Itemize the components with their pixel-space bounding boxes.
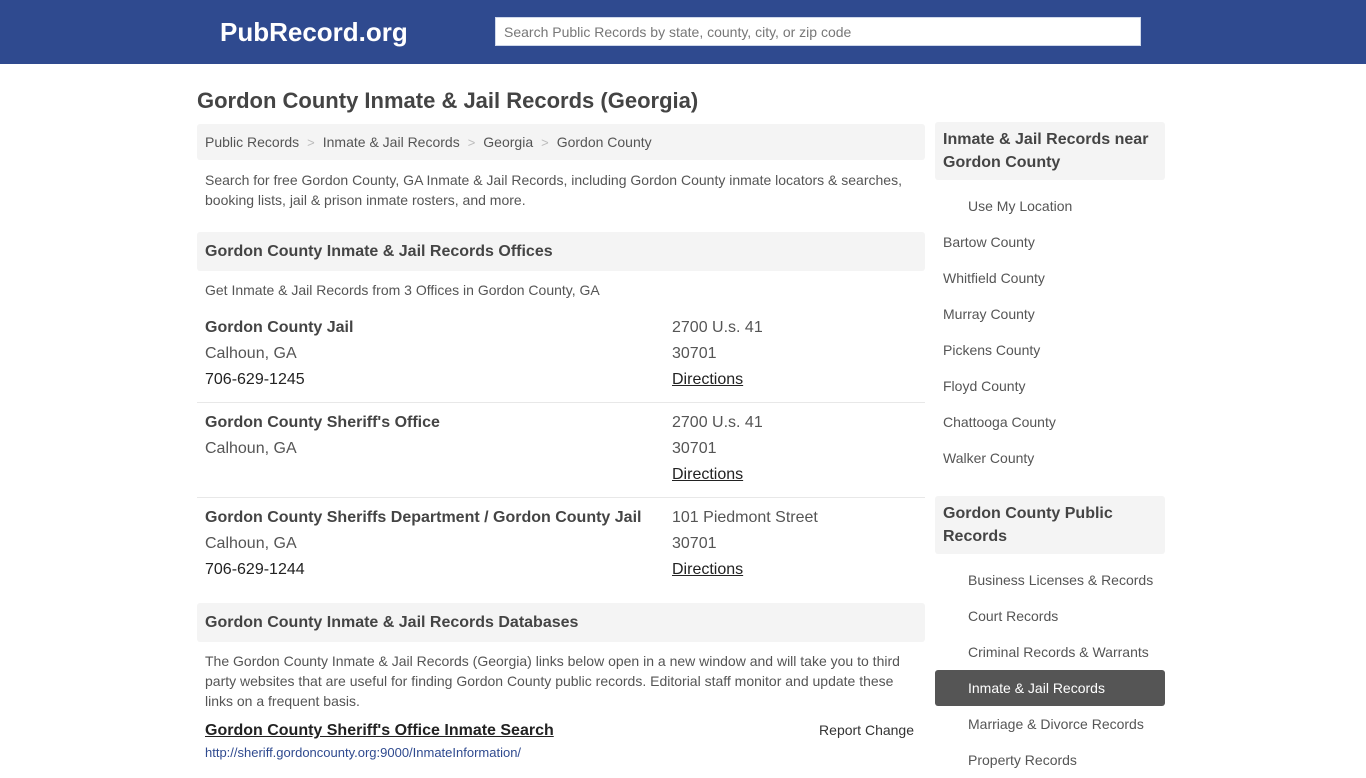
nearby-item[interactable]: Bartow County bbox=[935, 224, 1165, 260]
sidebar: Inmate & Jail Records near Gordon County… bbox=[935, 122, 1165, 778]
nearby-list: Use My Location Bartow County Whitfield … bbox=[935, 188, 1165, 476]
office-item: Gordon County Sheriffs Department / Gord… bbox=[197, 498, 925, 593]
nearby-link-bartow[interactable]: Bartow County bbox=[943, 234, 1035, 250]
directions-link[interactable]: Directions bbox=[672, 561, 743, 578]
breadcrumb-separator: > bbox=[467, 134, 476, 150]
breadcrumb-public-records[interactable]: Public Records bbox=[205, 134, 299, 150]
breadcrumb-georgia[interactable]: Georgia bbox=[483, 134, 533, 150]
property-records-link[interactable]: Property Records bbox=[968, 752, 1077, 768]
use-location-link[interactable]: Use My Location bbox=[968, 198, 1072, 214]
office-city: Calhoun, GA bbox=[205, 440, 297, 457]
nearby-item[interactable]: Floyd County bbox=[935, 368, 1165, 404]
nearby-link-murray[interactable]: Murray County bbox=[943, 306, 1035, 322]
offices-section-heading: Gordon County Inmate & Jail Records Offi… bbox=[197, 232, 925, 271]
public-records-item[interactable]: Marriage & Divorce Records bbox=[935, 706, 1165, 742]
nearby-item[interactable]: Murray County bbox=[935, 296, 1165, 332]
office-name: Gordon County Sheriffs Department / Gord… bbox=[205, 509, 642, 526]
office-address: 2700 U.s. 41 bbox=[672, 319, 763, 336]
criminal-records-link[interactable]: Criminal Records & Warrants bbox=[968, 644, 1149, 660]
breadcrumb-gordon-county[interactable]: Gordon County bbox=[557, 134, 652, 150]
nearby-link-floyd[interactable]: Floyd County bbox=[943, 378, 1025, 394]
office-address: 2700 U.s. 41 bbox=[672, 414, 763, 431]
inmate-jail-records-link[interactable]: Inmate & Jail Records bbox=[968, 680, 1105, 696]
public-records-heading: Gordon County Public Records bbox=[935, 496, 1165, 554]
top-navbar: PubRecord.org bbox=[0, 0, 1366, 64]
site-logo[interactable]: PubRecord.org bbox=[220, 17, 408, 48]
offices-subtitle: Get Inmate & Jail Records from 3 Offices… bbox=[205, 282, 600, 298]
use-location-item[interactable]: Use My Location bbox=[935, 188, 1165, 224]
nearby-heading: Inmate & Jail Records near Gordon County bbox=[935, 122, 1165, 180]
breadcrumb-inmate-jail-records[interactable]: Inmate & Jail Records bbox=[323, 134, 460, 150]
court-records-link[interactable]: Court Records bbox=[968, 608, 1058, 624]
nearby-link-walker[interactable]: Walker County bbox=[943, 450, 1034, 466]
office-phone: 706-629-1245 bbox=[205, 371, 305, 388]
public-records-list: Business Licenses & Records Court Record… bbox=[935, 562, 1165, 778]
database-link[interactable]: Gordon County Sheriff's Office Inmate Se… bbox=[205, 722, 554, 740]
report-change-link[interactable]: Report Change bbox=[819, 722, 914, 738]
breadcrumb-separator: > bbox=[541, 134, 549, 150]
nearby-link-chattooga[interactable]: Chattooga County bbox=[943, 414, 1056, 430]
breadcrumb: Public Records > Inmate & Jail Records >… bbox=[197, 124, 925, 160]
public-records-item[interactable]: Court Records bbox=[935, 598, 1165, 634]
office-name: Gordon County Jail bbox=[205, 319, 354, 336]
public-records-item[interactable]: Criminal Records & Warrants bbox=[935, 634, 1165, 670]
office-zip: 30701 bbox=[672, 440, 717, 457]
marriage-divorce-link[interactable]: Marriage & Divorce Records bbox=[968, 716, 1144, 732]
office-zip: 30701 bbox=[672, 535, 717, 552]
search-input[interactable] bbox=[495, 17, 1141, 46]
page-title: Gordon County Inmate & Jail Records (Geo… bbox=[197, 88, 699, 113]
office-city: Calhoun, GA bbox=[205, 345, 297, 362]
directions-link[interactable]: Directions bbox=[672, 371, 743, 388]
databases-section-heading: Gordon County Inmate & Jail Records Data… bbox=[197, 603, 925, 642]
nearby-link-whitfield[interactable]: Whitfield County bbox=[943, 270, 1045, 286]
office-zip: 30701 bbox=[672, 345, 717, 362]
intro-text: Search for free Gordon County, GA Inmate… bbox=[205, 172, 902, 208]
business-licenses-link[interactable]: Business Licenses & Records bbox=[968, 572, 1153, 588]
directions-link[interactable]: Directions bbox=[672, 466, 743, 483]
breadcrumb-separator: > bbox=[307, 134, 315, 150]
database-link-item: Gordon County Sheriff's Office Inmate Se… bbox=[197, 722, 925, 740]
nearby-item[interactable]: Whitfield County bbox=[935, 260, 1165, 296]
public-records-item[interactable]: Property Records bbox=[935, 742, 1165, 778]
public-records-item[interactable]: Business Licenses & Records bbox=[935, 562, 1165, 598]
office-address: 101 Piedmont Street bbox=[672, 509, 818, 526]
office-name: Gordon County Sheriff's Office bbox=[205, 414, 440, 431]
main-content: Public Records > Inmate & Jail Records >… bbox=[197, 124, 925, 760]
nearby-item[interactable]: Pickens County bbox=[935, 332, 1165, 368]
public-records-item-active[interactable]: Inmate & Jail Records bbox=[935, 670, 1165, 706]
office-item: Gordon County Sheriff's Office Calhoun, … bbox=[197, 403, 925, 498]
database-url: http://sheriff.gordoncounty.org:9000/Inm… bbox=[205, 745, 522, 760]
office-item: Gordon County Jail Calhoun, GA 706-629-1… bbox=[197, 308, 925, 403]
nearby-item[interactable]: Walker County bbox=[935, 440, 1165, 476]
office-phone: 706-629-1244 bbox=[205, 561, 305, 578]
office-city: Calhoun, GA bbox=[205, 535, 297, 552]
nearby-link-pickens[interactable]: Pickens County bbox=[943, 342, 1040, 358]
nearby-item[interactable]: Chattooga County bbox=[935, 404, 1165, 440]
databases-description: The Gordon County Inmate & Jail Records … bbox=[205, 653, 900, 709]
